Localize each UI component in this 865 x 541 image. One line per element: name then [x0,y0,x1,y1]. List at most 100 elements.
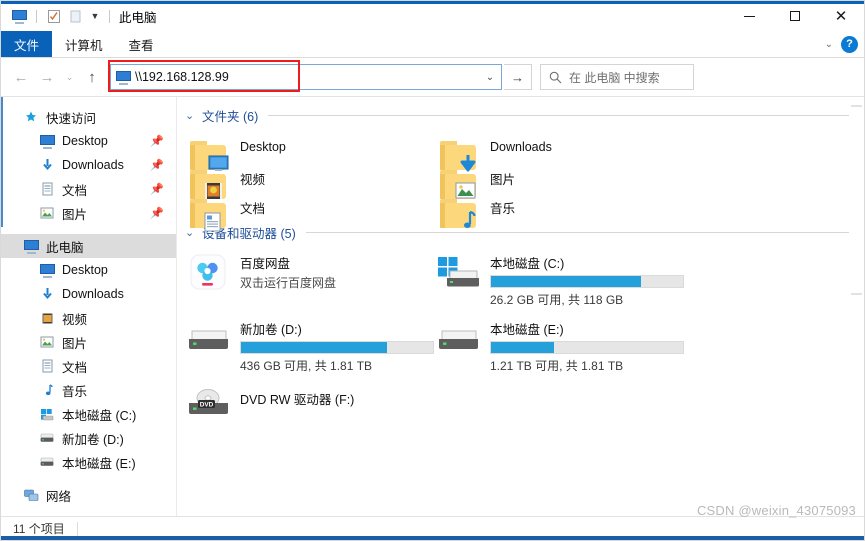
music-icon [39,382,55,398]
section-title: 文件夹 (6) [202,109,259,124]
video-icon [39,310,55,326]
folder-item-pictures[interactable]: 图片 [435,158,515,199]
address-bar[interactable]: \\192.168.128.99 ⌄ [110,64,502,90]
ribbon-right-controls: ⌄ ? [825,31,858,57]
vertical-scrollbar[interactable] [849,97,864,516]
help-button[interactable]: ? [841,35,858,53]
capacity-bar [240,341,434,354]
search-box[interactable]: 在 此电脑 中搜索 [540,64,694,90]
back-button[interactable]: ← [9,64,33,90]
folder-item-music[interactable]: 音乐 [435,187,515,228]
drive-icon [39,454,55,470]
sidebar-item-drive-c[interactable]: 本地磁盘 (C:) [1,402,176,426]
folder-item-documents[interactable]: 文档 [185,187,265,231]
sidebar-item-pictures-qa[interactable]: 图片 📌 [1,201,176,225]
drive-icon [435,316,481,360]
folder-item-desktop[interactable]: Desktop [185,129,286,171]
sidebar-group-label: 快速访问 [46,111,97,126]
device-item-baidu-netdisk[interactable]: 百度网盘 双击运行百度网盘 [185,246,435,312]
up-button[interactable]: ↑ [80,64,104,90]
sidebar-item-label: 图片 [62,207,88,222]
dvd-badge-text: DVD [200,401,214,408]
device-item-drive-d[interactable]: 新加卷 (D:) 436 GB 可用, 共 1.81 TB [185,312,435,378]
watermark-text: CSDN @weixin_43075093 [696,503,856,518]
properties-icon[interactable] [45,8,62,25]
close-button[interactable]: ✕ [818,1,864,31]
device-item-drive-c[interactable]: 本地磁盘 (C:) 26.2 GB 可用, 共 118 GB [435,246,685,312]
sidebar-item-desktop-qa[interactable]: Desktop 📌 [1,129,176,153]
monitor-icon[interactable] [11,8,28,25]
sidebar-item-pictures[interactable]: 图片 [1,330,176,354]
go-button[interactable]: → [504,64,532,90]
device-item-drive-e[interactable]: 本地磁盘 (E:) 1.21 TB 可用, 共 1.81 TB [435,312,685,378]
pin-icon[interactable]: 📌 [150,183,164,196]
title-bar: ▼ 此电脑 ✕ [1,1,864,31]
sidebar-item-downloads-qa[interactable]: Downloads 📌 [1,153,176,177]
sidebar-item-label: 此电脑 [46,240,84,255]
monitor-icon [39,262,55,278]
forward-button[interactable]: → [35,64,59,90]
tab-computer[interactable]: 计算机 [52,31,116,57]
star-pin-icon [23,109,39,125]
sidebar-item-drive-e[interactable]: 本地磁盘 (E:) [1,450,176,474]
sidebar-item-downloads[interactable]: Downloads [1,282,176,306]
sidebar-item-network[interactable]: 网络 [1,483,176,507]
monitor-icon [115,69,131,85]
monitor-icon [39,133,55,149]
section-header-folders[interactable]: ⌄ 文件夹 (6) [185,105,864,125]
sidebar-item-documents-qa[interactable]: 文档 📌 [1,177,176,201]
sidebar-item-documents[interactable]: 文档 [1,354,176,378]
qat-dropdown-icon[interactable]: ▼ [89,8,101,25]
download-icon [39,286,55,302]
sidebar-group-quick-access[interactable]: 快速访问 [1,105,176,129]
chevron-down-icon[interactable]: ⌄ [185,109,196,122]
toolbar-divider-2 [109,9,110,23]
device-sublabel: 双击运行百度网盘 [240,276,337,290]
device-label: 新加卷 (D:) [240,323,302,337]
network-icon [23,487,39,503]
window-accent-strip [1,1,864,4]
sidebar-item-drive-d[interactable]: 新加卷 (D:) [1,426,176,450]
quick-access-toolbar: ▼ [11,8,113,25]
sidebar-item-label: 文档 [62,183,88,198]
navigation-toolbar: ← → ⌄ ↑ \\192.168.128.99 ⌄ → 在 此电脑 中搜索 [1,58,864,96]
sidebar-item-desktop[interactable]: Desktop [1,258,176,282]
search-placeholder: 在 此电脑 中搜索 [569,70,660,85]
recent-locations-button[interactable]: ⌄ [61,64,78,90]
address-bar-wrapper: \\192.168.128.99 ⌄ [108,60,502,92]
sidebar-item-this-pc[interactable]: 此电脑 [1,234,176,258]
drive-icon [185,316,231,360]
explorer-body: 快速访问 Desktop 📌 Downloads 📌 文档 📌 图片 📌 此电脑… [1,96,864,516]
window-title: 此电脑 [119,10,157,25]
device-label: DVD RW 驱动器 (F:) [240,393,355,407]
sidebar-item-label: 本地磁盘 (E:) [62,456,136,471]
chevron-down-icon[interactable]: ⌄ [825,39,833,50]
pin-icon[interactable]: 📌 [150,159,164,172]
minimize-button[interactable] [726,1,772,31]
maximize-button[interactable] [772,1,818,31]
drive-icon [39,430,55,446]
new-folder-icon[interactable] [67,8,84,25]
chevron-down-icon[interactable]: ⌄ [479,72,501,83]
folder-documents-icon [185,191,231,235]
capacity-bar-fill [241,342,387,353]
pin-icon[interactable]: 📌 [150,135,164,148]
section-rule [268,114,850,116]
download-icon [39,157,55,173]
tab-file[interactable]: 文件 [1,31,53,57]
sidebar-item-videos[interactable]: 视频 [1,306,176,330]
folder-item-videos[interactable]: 视频 [185,158,265,199]
device-item-dvd-drive[interactable]: DVD DVD RW 驱动器 (F:) [185,378,435,430]
toolbar-divider [36,9,37,23]
content-pane: ⌄ 文件夹 (6) Desktop Downloads 视频 图片 文档 音乐 … [177,97,864,516]
section-header-devices[interactable]: ⌄ 设备和驱动器 (5) [185,222,864,242]
folder-item-downloads[interactable]: Downloads [435,129,552,172]
tab-view[interactable]: 查看 [116,31,167,57]
sidebar-item-music[interactable]: 音乐 [1,378,176,402]
capacity-caption: 436 GB 可用, 共 1.81 TB [240,359,373,373]
capacity-caption: 26.2 GB 可用, 共 118 GB [490,293,624,307]
pin-icon[interactable]: 📌 [150,207,164,220]
sidebar-item-label: Desktop [62,263,108,277]
